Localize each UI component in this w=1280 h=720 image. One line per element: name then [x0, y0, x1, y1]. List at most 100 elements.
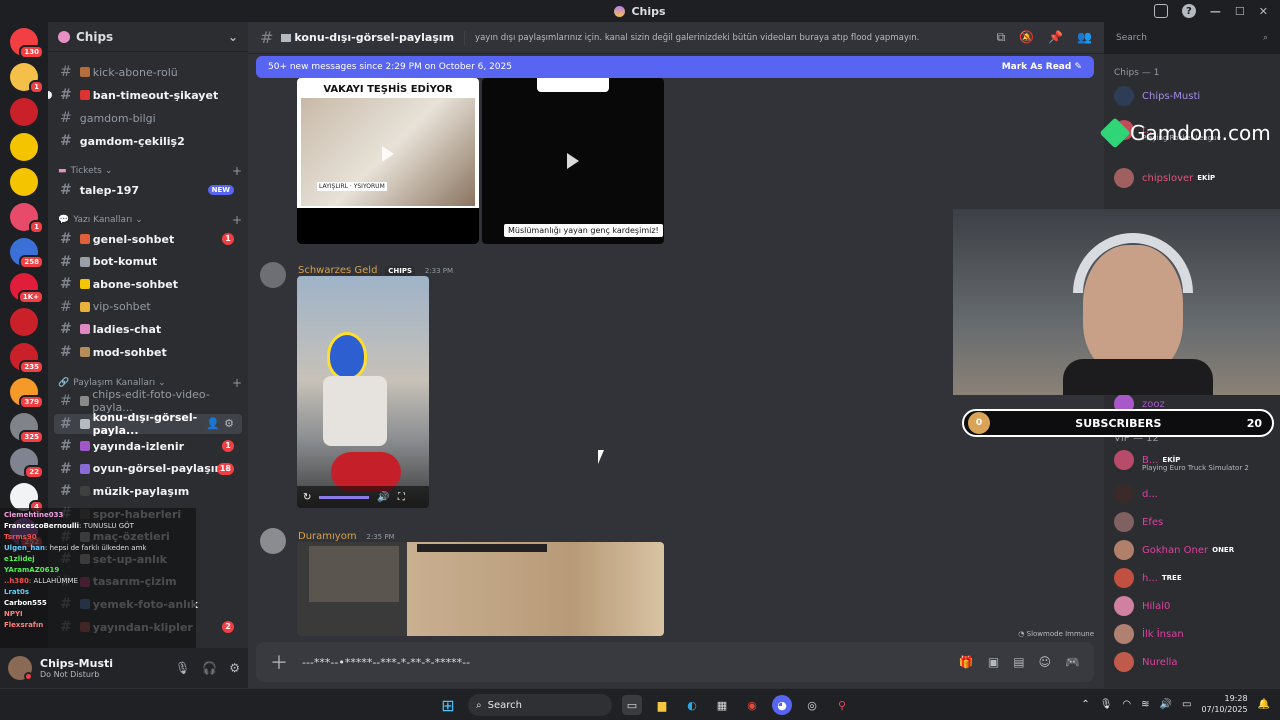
member-item[interactable]: Efes	[1114, 510, 1276, 534]
member-item[interactable]: Gokhan Oner ONER	[1114, 538, 1276, 562]
close-button[interactable]: ✕	[1259, 5, 1268, 18]
server-icon[interactable]: 1K+	[10, 273, 44, 304]
store-icon[interactable]: ▦	[712, 695, 732, 715]
file-explorer-icon[interactable]: ▆	[652, 695, 672, 715]
chevron-up-icon[interactable]: ⌃	[1081, 699, 1089, 710]
member-item[interactable]: Nurella	[1114, 650, 1276, 674]
gear-icon[interactable]: ⚙	[224, 417, 234, 430]
inbox-icon[interactable]	[1153, 4, 1168, 18]
server-icon[interactable]: 4	[10, 483, 44, 514]
author-name[interactable]: Duramıyom	[298, 531, 357, 542]
channel-item[interactable]: # talep-197 NEW	[54, 180, 242, 200]
microphone-icon[interactable]: 🎙	[1100, 699, 1113, 710]
windows-start-icon[interactable]: ⊞	[438, 695, 458, 715]
server-icon[interactable]: 1	[10, 203, 44, 234]
server-icon[interactable]: 235	[10, 343, 44, 374]
taskbar-search[interactable]: ⌕ Search	[468, 694, 612, 716]
obs-icon[interactable]: ◎	[802, 695, 822, 715]
discord-icon[interactable]: ◕	[772, 695, 792, 715]
notification-mute-icon[interactable]: 🔕	[1019, 30, 1034, 45]
channel-item[interactable]: # mod-sohbet	[54, 342, 242, 362]
server-icon[interactable]: 1	[10, 63, 44, 94]
member-list-icon[interactable]: 👥	[1077, 30, 1092, 45]
channel-item[interactable]: # ban-timeout-şikayet	[48, 85, 242, 105]
volume-icon[interactable]: 🔊	[377, 492, 389, 503]
task-view-icon[interactable]: ▭	[622, 695, 642, 715]
channel-item[interactable]: # gamdom-bilgi	[54, 108, 242, 128]
pin-icon[interactable]: 📌	[1048, 30, 1063, 45]
emoji-icon[interactable]: ☺	[1039, 655, 1052, 669]
threads-icon[interactable]: ⧉	[997, 30, 1006, 45]
video-attachment[interactable]: ↻ 🔊 ⛶	[297, 276, 429, 508]
sticker-icon[interactable]: ▤	[1013, 655, 1024, 669]
server-header[interactable]: Chips ⌄	[48, 22, 248, 52]
gif-icon[interactable]: ▣	[988, 655, 999, 669]
member-item[interactable]: chipslover EKİP	[1114, 166, 1276, 190]
maximize-button[interactable]: ☐	[1235, 5, 1245, 18]
server-icon[interactable]: 258	[10, 238, 44, 269]
author-name[interactable]: Schwarzes Geld	[298, 265, 377, 276]
channel-topic[interactable]: yayın dışı paylaşımlarınız için. kanal s…	[475, 33, 919, 43]
clock[interactable]: 19:28 07/10/2025	[1201, 693, 1247, 715]
volume-icon[interactable]: 🔊	[1160, 699, 1172, 710]
invite-icon[interactable]: 👤	[206, 417, 220, 430]
server-icon[interactable]: 22	[10, 448, 44, 479]
microphone-icon[interactable]: 🎙	[175, 661, 190, 675]
channel-item[interactable]: # müzik-paylaşım	[54, 481, 242, 501]
server-icon[interactable]	[10, 133, 38, 161]
channel-item[interactable]: # ladies-chat	[54, 319, 242, 339]
mark-as-read-button[interactable]: Mark As Read ✎	[1002, 62, 1082, 72]
category-tickets[interactable]: ▬ Tickets ⌄ +	[58, 163, 242, 179]
add-attachment-button[interactable]: ＋	[270, 649, 288, 675]
message-input[interactable]: ---***--•*****--***-*-**-*-*****--	[302, 656, 470, 669]
author-avatar[interactable]	[260, 262, 286, 288]
channel-item[interactable]: # gamdom-çekiliş2	[54, 131, 242, 151]
message-composer[interactable]: ＋ ---***--•*****--***-*-**-*-*****-- 🎁 ▣…	[256, 642, 1094, 682]
channel-item[interactable]: # yayında-izlenir 1	[54, 436, 242, 456]
channel-item[interactable]: # bot-komut	[54, 252, 242, 272]
edge-icon[interactable]: ◐	[682, 695, 702, 715]
search-input[interactable]: Search ⌕	[1110, 28, 1274, 48]
minimize-button[interactable]: —	[1210, 5, 1221, 18]
server-icon[interactable]: 325	[10, 413, 44, 444]
video-attachment[interactable]: Müslümanlığı yayan genç kardeşimiz!	[482, 78, 664, 244]
battery-icon[interactable]: ▭	[1182, 699, 1191, 710]
member-item[interactable]: İlk İnsan	[1114, 622, 1276, 646]
help-icon[interactable]: ?	[1181, 4, 1196, 18]
gear-icon[interactable]: ⚙	[229, 661, 240, 675]
new-messages-bar[interactable]: 50+ new messages since 2:29 PM on Octobe…	[256, 56, 1094, 78]
play-icon[interactable]	[567, 153, 579, 169]
fullscreen-icon[interactable]: ⛶	[398, 492, 405, 503]
member-item[interactable]: B... EKİP Playing Euro Truck Simulator 2	[1114, 448, 1276, 472]
video-attachment[interactable]	[297, 542, 664, 636]
add-channel-icon[interactable]: +	[232, 164, 242, 178]
notification-icon[interactable]: 🔔	[1258, 699, 1270, 710]
replay-icon[interactable]: ↻	[303, 492, 311, 503]
headphones-icon[interactable]: 🎧	[202, 661, 217, 675]
chrome-icon[interactable]: ◉	[742, 695, 762, 715]
channel-item[interactable]: # genel-sohbet 1	[54, 229, 242, 249]
channel-item[interactable]: # oyun-görsel-paylaşım 18	[54, 459, 242, 479]
member-item[interactable]: h... TREE	[1114, 566, 1276, 590]
server-icon[interactable]	[10, 98, 38, 126]
add-channel-icon[interactable]: +	[232, 213, 242, 227]
video-attachment[interactable]: VAKAYI TEŞHİS EDİYOR LAYIŞLIRL · YSIYORU…	[297, 78, 479, 244]
channel-item[interactable]: # konu-dışı-görsel-payla... ⚙ 👤	[54, 411, 242, 437]
map-pin-icon[interactable]: ⚲	[832, 695, 852, 715]
play-icon[interactable]	[382, 146, 394, 162]
apps-icon[interactable]: 🎮	[1065, 655, 1080, 669]
channel-item[interactable]: # chips-edit-foto-video-payla...	[54, 388, 242, 414]
author-avatar[interactable]	[260, 528, 286, 554]
gift-icon[interactable]: 🎁	[959, 655, 974, 669]
wifi-icon[interactable]: ≋	[1141, 699, 1149, 710]
category-text[interactable]: 💬 Yazı Kanalları ⌄ +	[58, 212, 242, 228]
channel-item[interactable]: # abone-sohbet	[54, 274, 242, 294]
channel-item[interactable]: # vip-sohbet	[54, 297, 242, 317]
avatar[interactable]	[8, 656, 33, 681]
network-icon[interactable]: ◠	[1122, 699, 1131, 710]
progress-slider[interactable]	[319, 495, 370, 499]
member-item[interactable]: Hilal0	[1114, 594, 1276, 618]
server-icon[interactable]	[10, 168, 38, 196]
server-icon[interactable]	[10, 308, 38, 336]
channel-item[interactable]: # kick-abone-rolü	[54, 62, 242, 82]
